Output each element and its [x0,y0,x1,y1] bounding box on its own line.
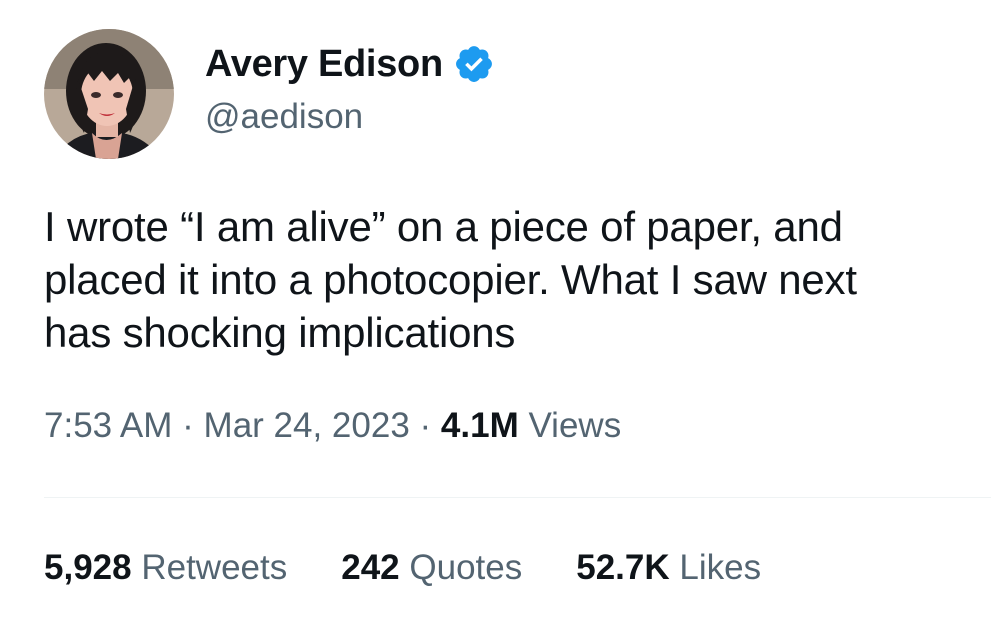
tweet-stats: 5,928 Retweets 242 Quotes 52.7K Likes [44,548,815,588]
retweets-count: 5,928 [44,548,132,587]
author-name-row: Avery Edison [205,42,495,86]
tweet-text-line: I wrote “I am alive” on a piece of paper… [44,203,843,250]
tweet-time[interactable]: 7:53 AM [44,406,172,445]
retweets-stat[interactable]: 5,928 Retweets [44,548,287,588]
author-handle[interactable]: @aedison [205,97,363,137]
likes-label: Likes [679,548,762,587]
author-display-name[interactable]: Avery Edison [205,43,443,86]
views-label: Views [528,406,622,445]
tweet-date[interactable]: Mar 24, 2023 [204,406,410,445]
tweet-text-line: placed it into a photocopier. What I saw… [44,256,857,303]
likes-count: 52.7K [576,548,670,587]
verified-badge-icon [453,43,495,85]
tweet-card: Avery Edison @aedison I wrote “I am aliv… [0,0,991,639]
tweet-meta: 7:53 AM · Mar 24, 2023 · 4.1M Views [44,406,621,446]
quotes-label: Quotes [409,548,523,587]
meta-separator: · [182,406,194,445]
divider [44,497,991,498]
quotes-count: 242 [341,548,400,587]
likes-stat[interactable]: 52.7K Likes [576,548,761,588]
tweet-text: I wrote “I am alive” on a piece of paper… [44,200,974,359]
avatar-image [44,29,174,159]
tweet-text-line: has shocking implications [44,309,516,356]
quotes-stat[interactable]: 242 Quotes [341,548,522,588]
meta-separator: · [419,406,432,445]
retweets-label: Retweets [141,548,288,587]
avatar[interactable] [44,29,174,159]
views-count: 4.1M [440,406,519,445]
